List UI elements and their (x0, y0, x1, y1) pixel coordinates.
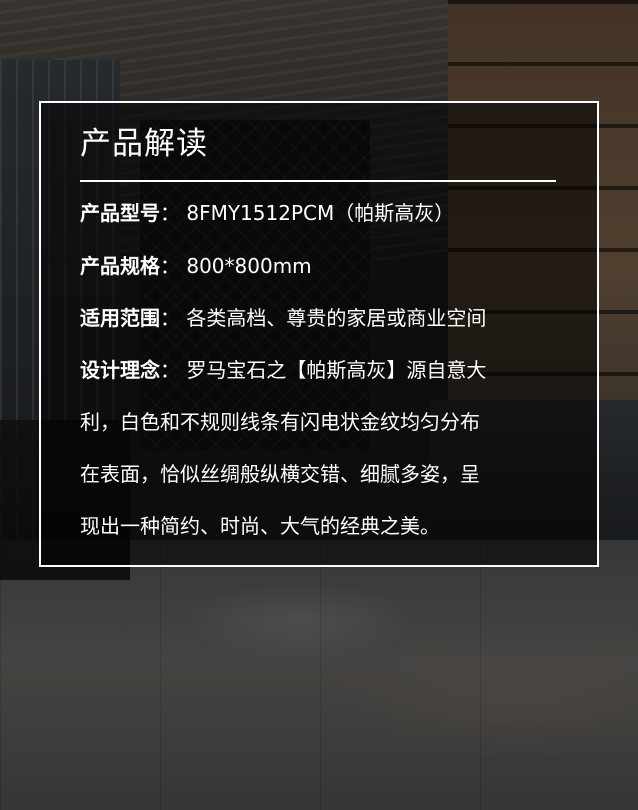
spec-concept-line: 现出一种简约、时尚、大气的经典之美。 (80, 514, 440, 538)
spec-model-row: 产品型号： 8FMY1512PCM（帕斯高灰） (80, 197, 454, 226)
spec-scope-value: ： 各类高档、尊贵的家居或商业空间 (160, 306, 487, 330)
spec-scope-row: 适用范围： 各类高档、尊贵的家居或商业空间 (80, 302, 486, 331)
spec-model-label: 产品型号 (80, 201, 160, 225)
spec-concept-label: 设计理念 (80, 358, 160, 382)
spec-concept-row: 设计理念： 罗马宝石之【帕斯高灰】源自意大 (80, 354, 486, 383)
spec-size-label: 产品规格 (80, 254, 160, 278)
spec-size-value: ： 800*800mm (160, 254, 312, 278)
product-info-box (39, 101, 599, 567)
spec-model-value: ： 8FMY1512PCM（帕斯高灰） (160, 201, 455, 225)
spec-size-row: 产品规格： 800*800mm (80, 250, 312, 279)
spec-concept-line: 在表面，恰似丝绸般纵横交错、细腻多姿，呈 (80, 462, 480, 486)
page-title: 产品解读 (80, 126, 208, 162)
spec-concept-line: ： 罗马宝石之【帕斯高灰】源自意大 (160, 358, 487, 382)
title-divider (80, 180, 556, 182)
spec-concept-line: 利，白色和不规则线条有闪电状金纹均匀分布 (80, 410, 480, 434)
spec-scope-label: 适用范围 (80, 306, 160, 330)
